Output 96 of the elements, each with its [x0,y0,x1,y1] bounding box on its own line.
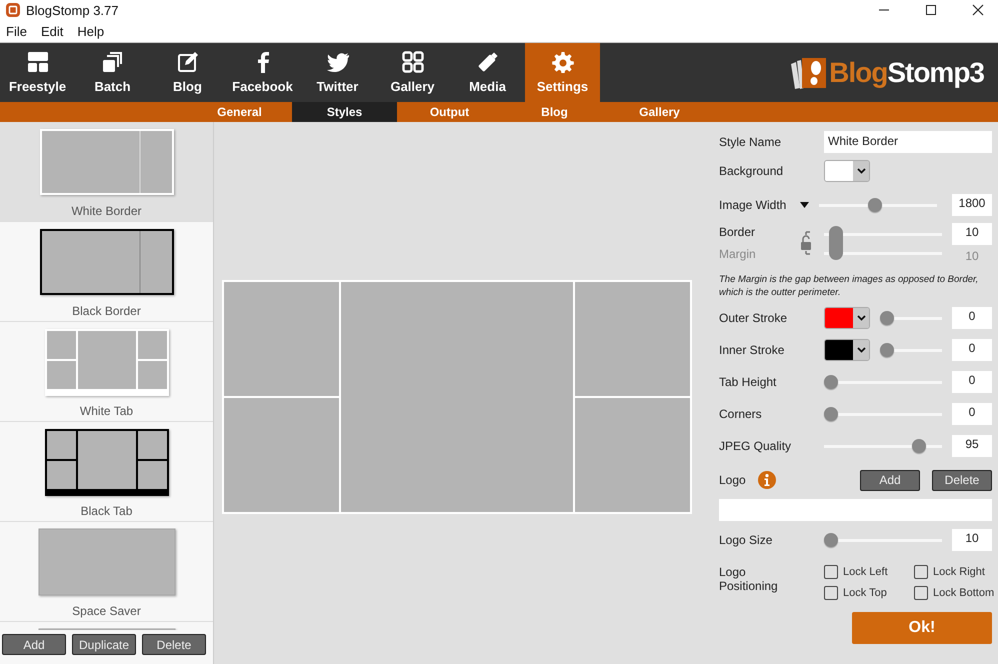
value-field[interactable]: 95 [952,435,992,457]
logo-button[interactable]: Delete [932,470,992,490]
slider-thumb[interactable] [824,533,838,547]
slider-thumb[interactable] [880,311,894,325]
layout-icon [26,51,48,73]
value-field[interactable]: 0 [952,403,992,425]
slider-thumb[interactable] [824,407,838,421]
color-dropdown[interactable] [824,307,870,329]
style-name: White Border [71,204,142,218]
setting-label: Outer Stroke [719,311,788,325]
setting-label: JPEG Quality [719,439,792,453]
checkbox-label: Lock Left [843,566,888,578]
checkbox[interactable] [914,586,928,600]
dropdown-arrow-icon[interactable] [800,202,810,208]
slider-thumb[interactable] [824,375,838,389]
logo-button[interactable]: Add [860,470,920,490]
menu-item[interactable]: Help [77,24,104,38]
checkbox-label: Lock Right [933,566,985,578]
value-field[interactable]: 0 [952,307,992,329]
info-icon[interactable] [758,471,776,489]
value-field[interactable]: 0 [952,339,992,361]
style-name-field[interactable]: White Border [824,131,992,153]
logo-path-field[interactable] [719,499,992,521]
checkbox-label: Lock Top [843,587,887,599]
maximize-icon[interactable] [925,4,937,16]
setting-label: Border [719,225,756,239]
sub-tab[interactable]: Output [397,102,502,122]
style-name: White Tab [80,404,134,418]
setting-label: Corners [719,407,763,421]
nav-tab[interactable]: Batch [75,43,150,102]
value-field[interactable]: 10 [952,529,992,551]
app-icon [6,3,20,17]
style-button[interactable]: Delete [142,634,206,655]
nav-tab[interactable]: Facebook [225,43,300,102]
bird-icon [326,51,348,73]
color-dropdown[interactable] [824,339,870,361]
chevron-icon [856,315,866,321]
usb-drive-icon [476,51,498,73]
style-item[interactable]: Black Border [0,222,213,322]
style-name: Black Border [72,304,141,318]
slider-thumb[interactable] [912,439,926,453]
nav-tab[interactable]: Freestyle [0,43,75,102]
menu-item[interactable]: Edit [40,24,64,38]
style-item[interactable]: White Tab [0,322,213,422]
sub-tab[interactable]: Gallery [607,102,712,122]
nav-tab[interactable]: Blog [150,43,225,102]
setting-label: Logo Size [719,533,774,547]
settings-icon [552,51,574,73]
setting-label: Margin [719,247,757,261]
grid-icon [402,51,424,73]
style-button[interactable]: Duplicate [72,634,136,655]
setting-label: Logo [719,473,746,487]
value-field[interactable]: 0 [952,371,992,393]
color-dropdown[interactable] [824,160,870,182]
setting-label: Style Name [719,135,782,149]
chevron-icon [856,347,866,353]
setting-label: Tab Height [719,375,778,389]
logo-text: BlogStomp3 [829,56,984,88]
value-field[interactable]: 1800 [952,194,992,216]
setting-label: Image Width [719,198,786,212]
style-name: Space Saver [72,604,141,618]
nav-tab[interactable]: Twitter [300,43,375,102]
setting-label: Background [719,164,784,178]
slider-thumb[interactable] [868,198,882,212]
style-name: Black Tab [80,504,132,518]
setting-label: Inner Stroke [719,343,786,357]
nav-tab[interactable]: Settings [525,43,600,102]
style-button[interactable]: Add [2,634,66,655]
ok-button[interactable]: Ok! [852,612,992,644]
padlock-icon[interactable] [800,231,812,255]
logo-mark-icon [789,56,828,90]
style-item[interactable]: Black Tab [0,422,213,522]
nav-tab[interactable]: Media [450,43,525,102]
chevron-icon [856,168,866,174]
slider[interactable] [824,226,942,260]
setting-label: Logo Positioning [719,565,779,593]
slider-thumb[interactable] [880,343,894,357]
sub-tab[interactable]: Blog [502,102,607,122]
stacked-squares-icon [102,51,124,73]
style-item[interactable]: Space Saver [0,522,213,622]
sub-tab[interactable]: General [187,102,292,122]
close-icon[interactable] [972,4,984,16]
value-field[interactable]: 10 [952,223,992,245]
nav-tab[interactable]: Gallery [375,43,450,102]
checkbox[interactable] [824,586,838,600]
menu-item[interactable]: File [6,24,27,38]
edit-icon [176,51,198,73]
help-text: The Margin is the gap between images as opposed to Border, which is the outter perimeter. [719,274,980,299]
window-title: BlogStomp 3.77 [26,2,119,18]
style-item[interactable]: White Border [0,122,213,222]
slider-thumb[interactable] [829,226,844,260]
checkbox[interactable] [914,565,928,579]
sub-tab[interactable]: Styles [292,102,397,122]
value-text: 10 [965,249,979,263]
checkbox-label: Lock Bottom [933,587,994,599]
checkbox[interactable] [824,565,838,579]
